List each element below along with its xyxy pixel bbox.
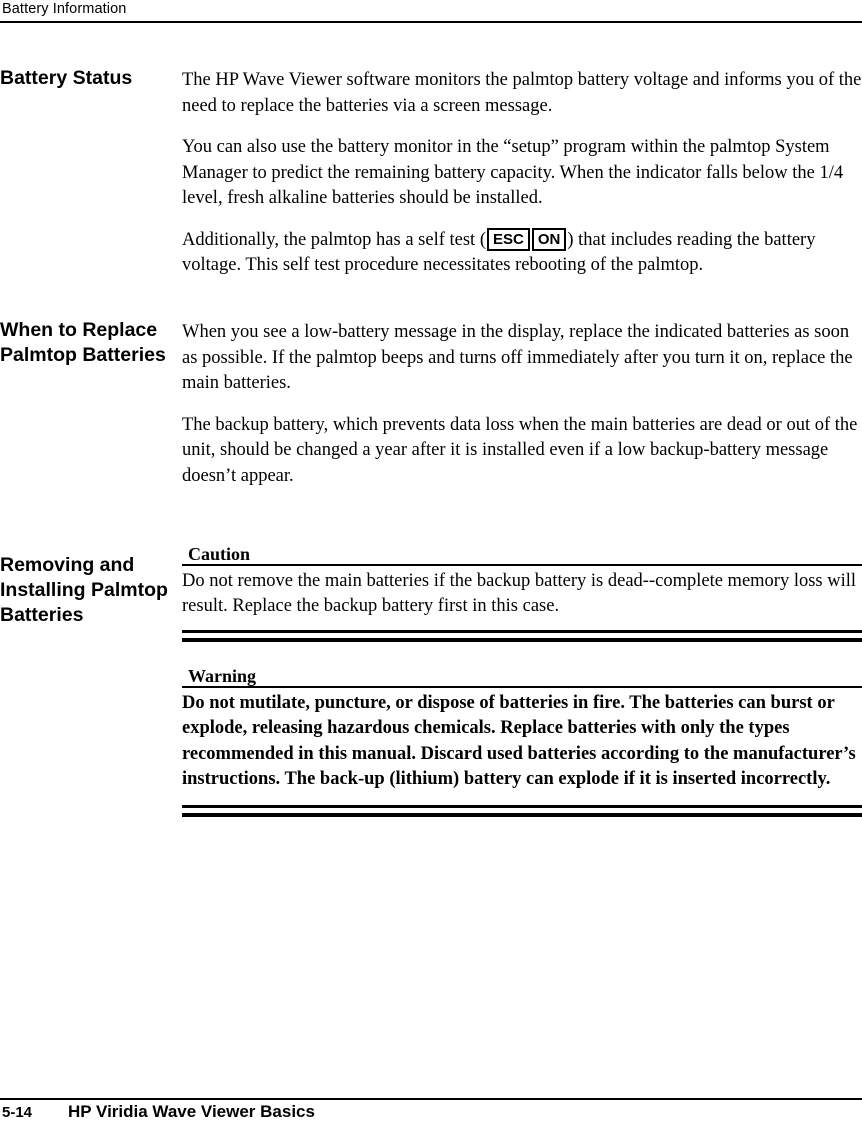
page-footer: 5-14 HP Viridia Wave Viewer Basics [0,1098,862,1140]
section-heading-when-to-replace: When to Replace Palmtop Batteries [0,319,166,366]
paragraph: The backup battery, which prevents data … [182,414,858,486]
header-title: Battery Information [2,1,127,17]
section-removing-installing: Removing and Installing Palmtop Batterie… [0,544,862,845]
note-warning-body: Do not mutilate, puncture, or dispose of… [182,692,856,790]
footer-book-title: HP Viridia Wave Viewer Basics [68,1102,315,1121]
note-caution-bottom-rule-2 [182,638,862,642]
document-page: Battery Information Battery Status The H… [0,0,862,1140]
paragraph: When you see a low-battery message in th… [182,322,853,393]
section-heading-removing-installing: Removing and Installing Palmtop Batterie… [0,554,168,626]
note-warning-bottom-rule-2 [182,813,862,817]
footer-page-number: 5-14 [2,1104,33,1121]
note-caution-title: Caution [188,544,251,564]
note-caution-body: Do not remove the main batteries if the … [182,570,857,617]
note-warning: Warning Do not mutilate, puncture, or di… [182,666,862,817]
footer-divider [0,1098,862,1100]
note-caution: Caution Do not remove the main batteries… [182,544,862,642]
section-body-when-to-replace: When you see a low-battery message in th… [182,320,862,489]
section-body-battery-status: The HP Wave Viewer software monitors the… [182,68,862,279]
paragraph: You can also use the battery monitor in … [182,137,844,208]
section-battery-status: Battery Status The HP Wave Viewer softwa… [0,58,862,288]
page-header: Battery Information [0,0,862,23]
section-when-to-replace: When to Replace Palmtop Batteries When y… [0,310,862,500]
paragraph: The HP Wave Viewer software monitors the… [182,70,862,116]
note-caution-bottom-rule [182,629,862,633]
header-divider [0,21,862,23]
paragraph-selftest: Additionally, the palmtop has a self tes… [182,227,862,279]
key-esc: ESC [487,227,530,251]
note-warning-bottom-rule [182,804,862,808]
key-on: ON [531,227,567,251]
selftest-text-before: Additionally, the palmtop has a self tes… [182,229,486,250]
note-warning-title: Warning [188,666,257,686]
section-heading-battery-status: Battery Status [0,67,133,89]
